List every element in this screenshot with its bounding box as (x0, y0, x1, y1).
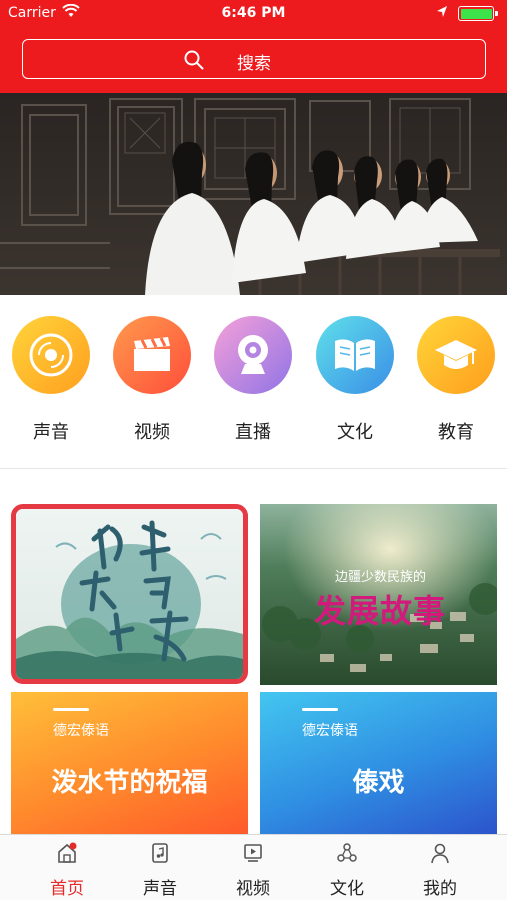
category-label: 声音 (33, 422, 69, 443)
open-book-icon (316, 316, 394, 394)
tag-line (302, 708, 338, 711)
featured-card-development[interactable]: 边疆少数民族的 发展故事 (260, 504, 497, 685)
search-bar[interactable]: 搜索 (22, 39, 486, 79)
calligraphy-artwork (16, 509, 243, 679)
tab-profile[interactable]: 我的 (405, 841, 475, 899)
tab-label: 声音 (143, 879, 177, 899)
category-education[interactable]: 教育 (406, 316, 506, 444)
share-nodes-icon (312, 841, 382, 865)
category-label: 文化 (337, 422, 373, 443)
home-icon (32, 841, 102, 865)
tab-bar: 首页 声音 视频 文化 我的 (0, 834, 507, 900)
location-arrow-icon (436, 5, 448, 22)
tag-line (53, 708, 89, 711)
graduation-cap-icon (417, 316, 495, 394)
music-note-icon (125, 841, 195, 865)
tab-culture[interactable]: 文化 (312, 841, 382, 899)
person-icon (405, 841, 475, 865)
search-icon (183, 49, 205, 75)
category-culture[interactable]: 文化 (305, 316, 405, 444)
card-tag: 德宏傣语 (302, 723, 358, 739)
promo-subtitle: 边疆少数民族的 (335, 570, 427, 585)
section-divider (0, 468, 507, 469)
tab-video[interactable]: 视频 (218, 841, 288, 899)
hero-banner[interactable] (0, 93, 507, 295)
video-play-icon (218, 841, 288, 865)
category-live[interactable]: 直播 (203, 316, 303, 444)
promo-title: 发展故事 (314, 592, 447, 630)
status-time: 6:46 PM (221, 5, 286, 21)
status-bar: Carrier 6:46 PM (0, 0, 507, 28)
card-tag: 德宏傣语 (53, 723, 109, 739)
search-label: 搜索 (237, 54, 271, 74)
card-dai-opera[interactable]: 德宏傣语 傣戏 (260, 692, 497, 834)
category-video[interactable]: 视频 (102, 316, 202, 444)
card-title: 泼水节的祝福 (51, 768, 208, 798)
category-sound[interactable]: 声音 (1, 316, 101, 444)
card-title: 傣戏 (352, 768, 405, 798)
tab-label: 视频 (236, 879, 270, 899)
featured-card-home[interactable] (11, 504, 248, 684)
tab-label: 我的 (423, 879, 457, 899)
webcam-icon (214, 316, 292, 394)
category-grid: 声音 视频 直播 文化 教育 (0, 316, 507, 456)
vinyl-disc-icon (12, 316, 90, 394)
category-label: 教育 (438, 422, 474, 443)
header: Carrier 6:46 PM 搜索 (0, 0, 507, 93)
tab-label: 首页 (50, 879, 84, 899)
category-label: 视频 (134, 422, 170, 443)
card-water-festival[interactable]: 德宏傣语 泼水节的祝福 (11, 692, 248, 834)
tab-home[interactable]: 首页 (32, 841, 102, 899)
clapperboard-icon (113, 316, 191, 394)
battery-icon (458, 6, 498, 21)
tab-label: 文化 (330, 879, 364, 899)
category-label: 直播 (235, 422, 271, 443)
tab-sound[interactable]: 声音 (125, 841, 195, 899)
